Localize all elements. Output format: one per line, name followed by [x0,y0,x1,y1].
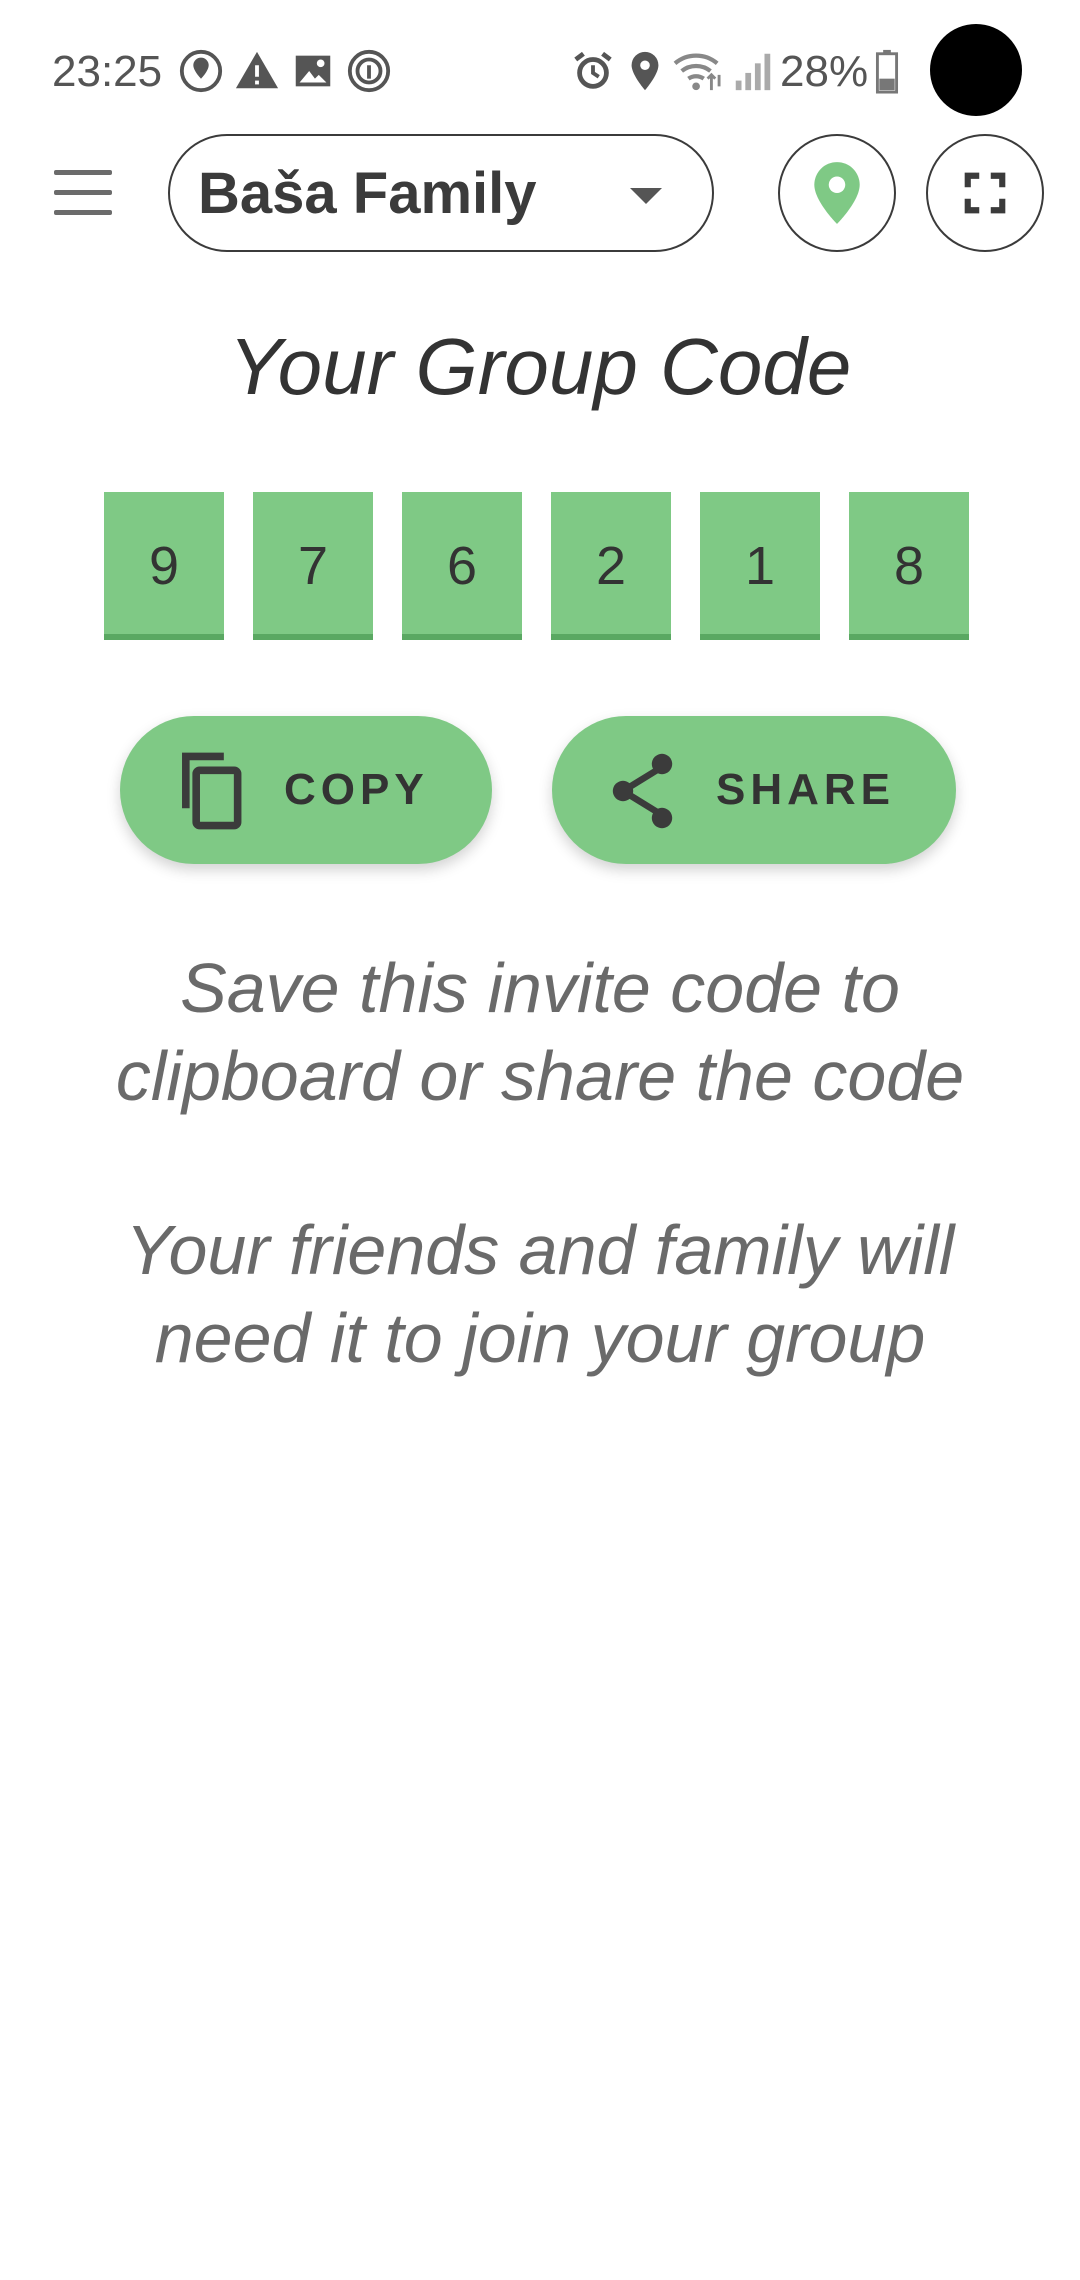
page-title: Your Group Code [228,322,852,411]
warning-icon [235,51,279,89]
battery-percentage: 28% [780,47,869,96]
copy-button[interactable]: COPY [120,716,492,864]
alarm-icon [574,51,612,89]
code-digit-2: 7 [253,492,373,640]
join-instructions-line-2: need it to join your group [154,1299,926,1377]
location-button[interactable] [778,134,896,252]
image-icon [295,55,331,87]
code-digit-3: 6 [402,492,522,640]
signal-icon [735,53,771,91]
code-digit-5: 1 [700,492,820,640]
fullscreen-icon [964,172,1006,214]
copy-label: COPY [284,765,429,814]
invite-instructions-line-1: Save this invite code to [180,949,900,1027]
share-icon [612,753,673,829]
code-digit-4: 2 [551,492,671,640]
share-button[interactable]: SHARE [552,716,956,864]
battery-icon [875,49,899,94]
menu-icon-bar [54,190,112,195]
location-icon [631,51,659,91]
chevron-down-icon [630,188,662,204]
code-digit-6: 8 [849,492,969,640]
camera-cutout [930,24,1022,116]
group-selector-dropdown[interactable]: Baša Family [168,134,714,252]
fullscreen-button[interactable] [926,134,1044,252]
wifi-icon [673,53,721,91]
menu-icon-bar [54,210,112,215]
invite-instructions-line-2: clipboard or share the code [115,1037,965,1115]
join-instructions-line-1: Your friends and family will [125,1211,955,1289]
menu-icon [54,170,112,175]
status-time: 23:25 [52,47,163,96]
copy-icon [182,752,242,830]
fingerprint-icon [347,49,391,93]
menu-button[interactable] [50,170,116,218]
code-digit-1: 9 [104,492,224,640]
group-name: Baša Family [198,161,537,226]
share-label: SHARE [716,765,896,814]
location-pin-icon [814,162,860,224]
location-sharing-icon [179,49,223,93]
